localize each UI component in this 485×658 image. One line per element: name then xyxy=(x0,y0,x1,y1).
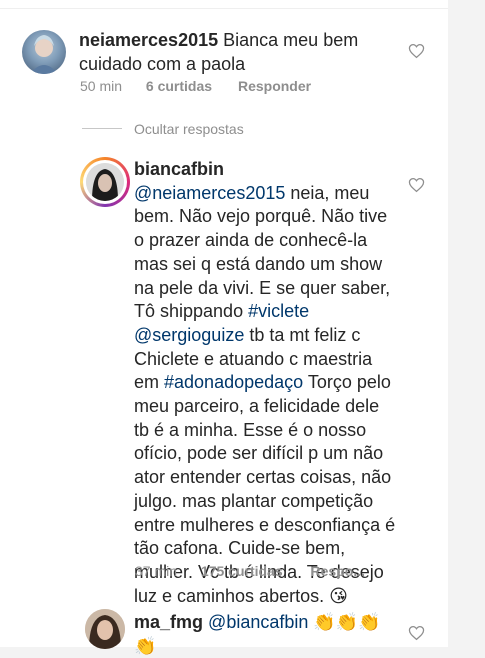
mention-link[interactable]: @neiamerces2015 xyxy=(134,183,285,203)
last-username[interactable]: ma_fmg xyxy=(134,612,203,632)
heart-icon[interactable] xyxy=(408,625,425,641)
comment-likes[interactable]: 6 curtidas xyxy=(146,78,212,94)
mention-link[interactable]: @sergioguize xyxy=(134,325,244,345)
avatar-ma_fmg[interactable] xyxy=(85,609,125,649)
side-strip xyxy=(448,0,485,647)
reply-button[interactable]: Respo... xyxy=(311,563,365,579)
hashtag-link[interactable]: #viclete xyxy=(248,301,309,321)
clap-emojis: 👏👏👏 xyxy=(313,612,381,632)
reply-username[interactable]: biancafbin xyxy=(134,159,224,179)
avatar-biancafbin[interactable] xyxy=(86,163,124,201)
reply-likes[interactable]: 175 curtidas xyxy=(201,563,283,579)
last-comment-text: ma_fmg @biancafbin 👏👏👏 👏 xyxy=(134,611,396,658)
avatar-neiamerces2015[interactable] xyxy=(22,30,66,74)
comment-text: neiamerces2015 Bianca meu bem cuidado co… xyxy=(79,29,369,76)
clap-emoji: 👏 xyxy=(134,635,157,656)
mention-link[interactable]: @biancafbin xyxy=(208,612,308,632)
hide-replies-button[interactable]: Ocultar respostas xyxy=(134,121,244,137)
reply-comment-text: biancafbin @neiamerces2015 neia, meu bem… xyxy=(134,158,396,608)
reply-time: 37 min xyxy=(135,563,178,579)
comment-time: 50 min xyxy=(80,78,123,94)
comments-panel: neiamerces2015 Bianca meu bem cuidado co… xyxy=(0,0,448,656)
comment-username[interactable]: neiamerces2015 xyxy=(79,30,218,50)
kiss-emoji: 😘 xyxy=(329,585,348,606)
hide-replies-line xyxy=(82,128,122,129)
heart-icon[interactable] xyxy=(408,177,425,193)
comment-meta: 50 min 6 curtidas Responder xyxy=(80,78,311,94)
reply-button[interactable]: Responder xyxy=(238,78,311,94)
hashtag-link[interactable]: #adonadopedaço xyxy=(164,372,303,392)
heart-icon[interactable] xyxy=(408,43,425,59)
divider xyxy=(0,8,448,9)
reply-meta: 37 min 175 curtidas Respo... xyxy=(135,563,365,579)
